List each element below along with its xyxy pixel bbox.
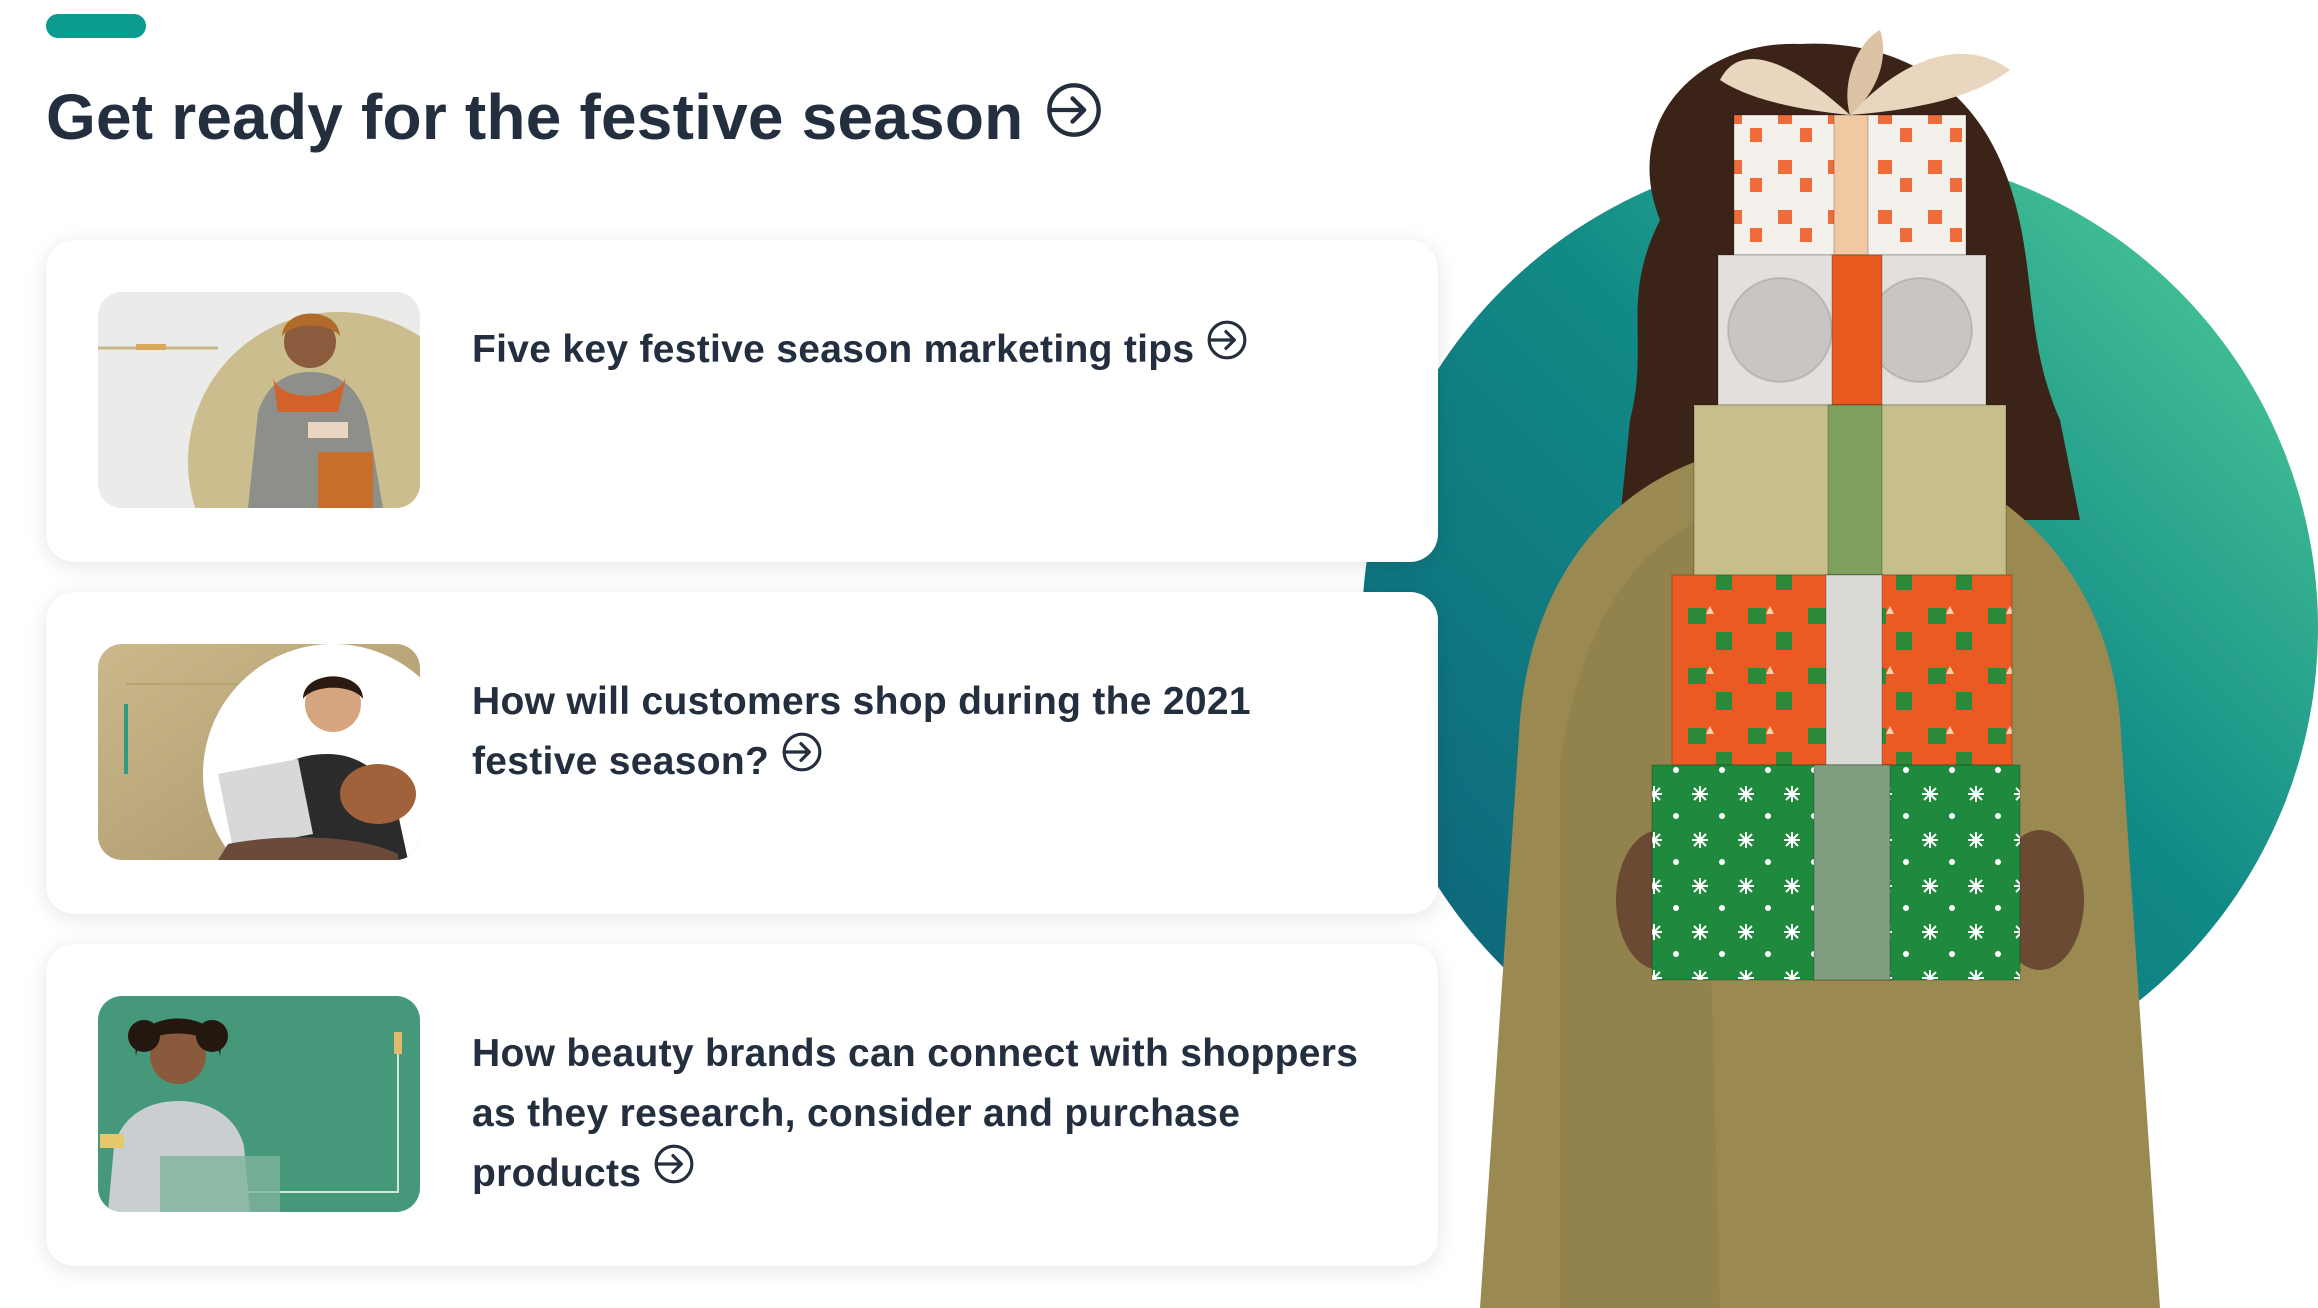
- arrow-right-circle-icon[interactable]: [781, 731, 823, 791]
- card-title-link[interactable]: How will customers shop during the 2021 …: [472, 672, 1378, 794]
- article-card[interactable]: How beauty brands can connect with shopp…: [46, 944, 1438, 1266]
- hero-image: [1320, 0, 2318, 1308]
- section-title-link[interactable]: Get ready for the festive season: [46, 80, 1103, 154]
- card-title: How will customers shop during the 2021 …: [472, 680, 1251, 783]
- accent-bar: [46, 14, 146, 38]
- arrow-right-circle-icon[interactable]: [653, 1143, 695, 1203]
- card-title: How beauty brands can connect with shopp…: [472, 1032, 1359, 1195]
- card-thumbnail[interactable]: [98, 996, 420, 1212]
- card-title-link[interactable]: Five key festive season marketing tips: [472, 320, 1248, 382]
- section-title: Get ready for the festive season: [46, 81, 1024, 153]
- article-card[interactable]: How will customers shop during the 2021 …: [46, 592, 1438, 914]
- card-title-link[interactable]: How beauty brands can connect with shopp…: [472, 1024, 1378, 1206]
- card-title: Five key festive season marketing tips: [472, 328, 1195, 371]
- arrow-right-circle-icon[interactable]: [1045, 80, 1103, 154]
- card-thumbnail[interactable]: [98, 644, 420, 860]
- arrow-right-circle-icon[interactable]: [1206, 319, 1248, 379]
- card-thumbnail[interactable]: [98, 292, 420, 508]
- article-card[interactable]: Five key festive season marketing tips: [46, 240, 1438, 562]
